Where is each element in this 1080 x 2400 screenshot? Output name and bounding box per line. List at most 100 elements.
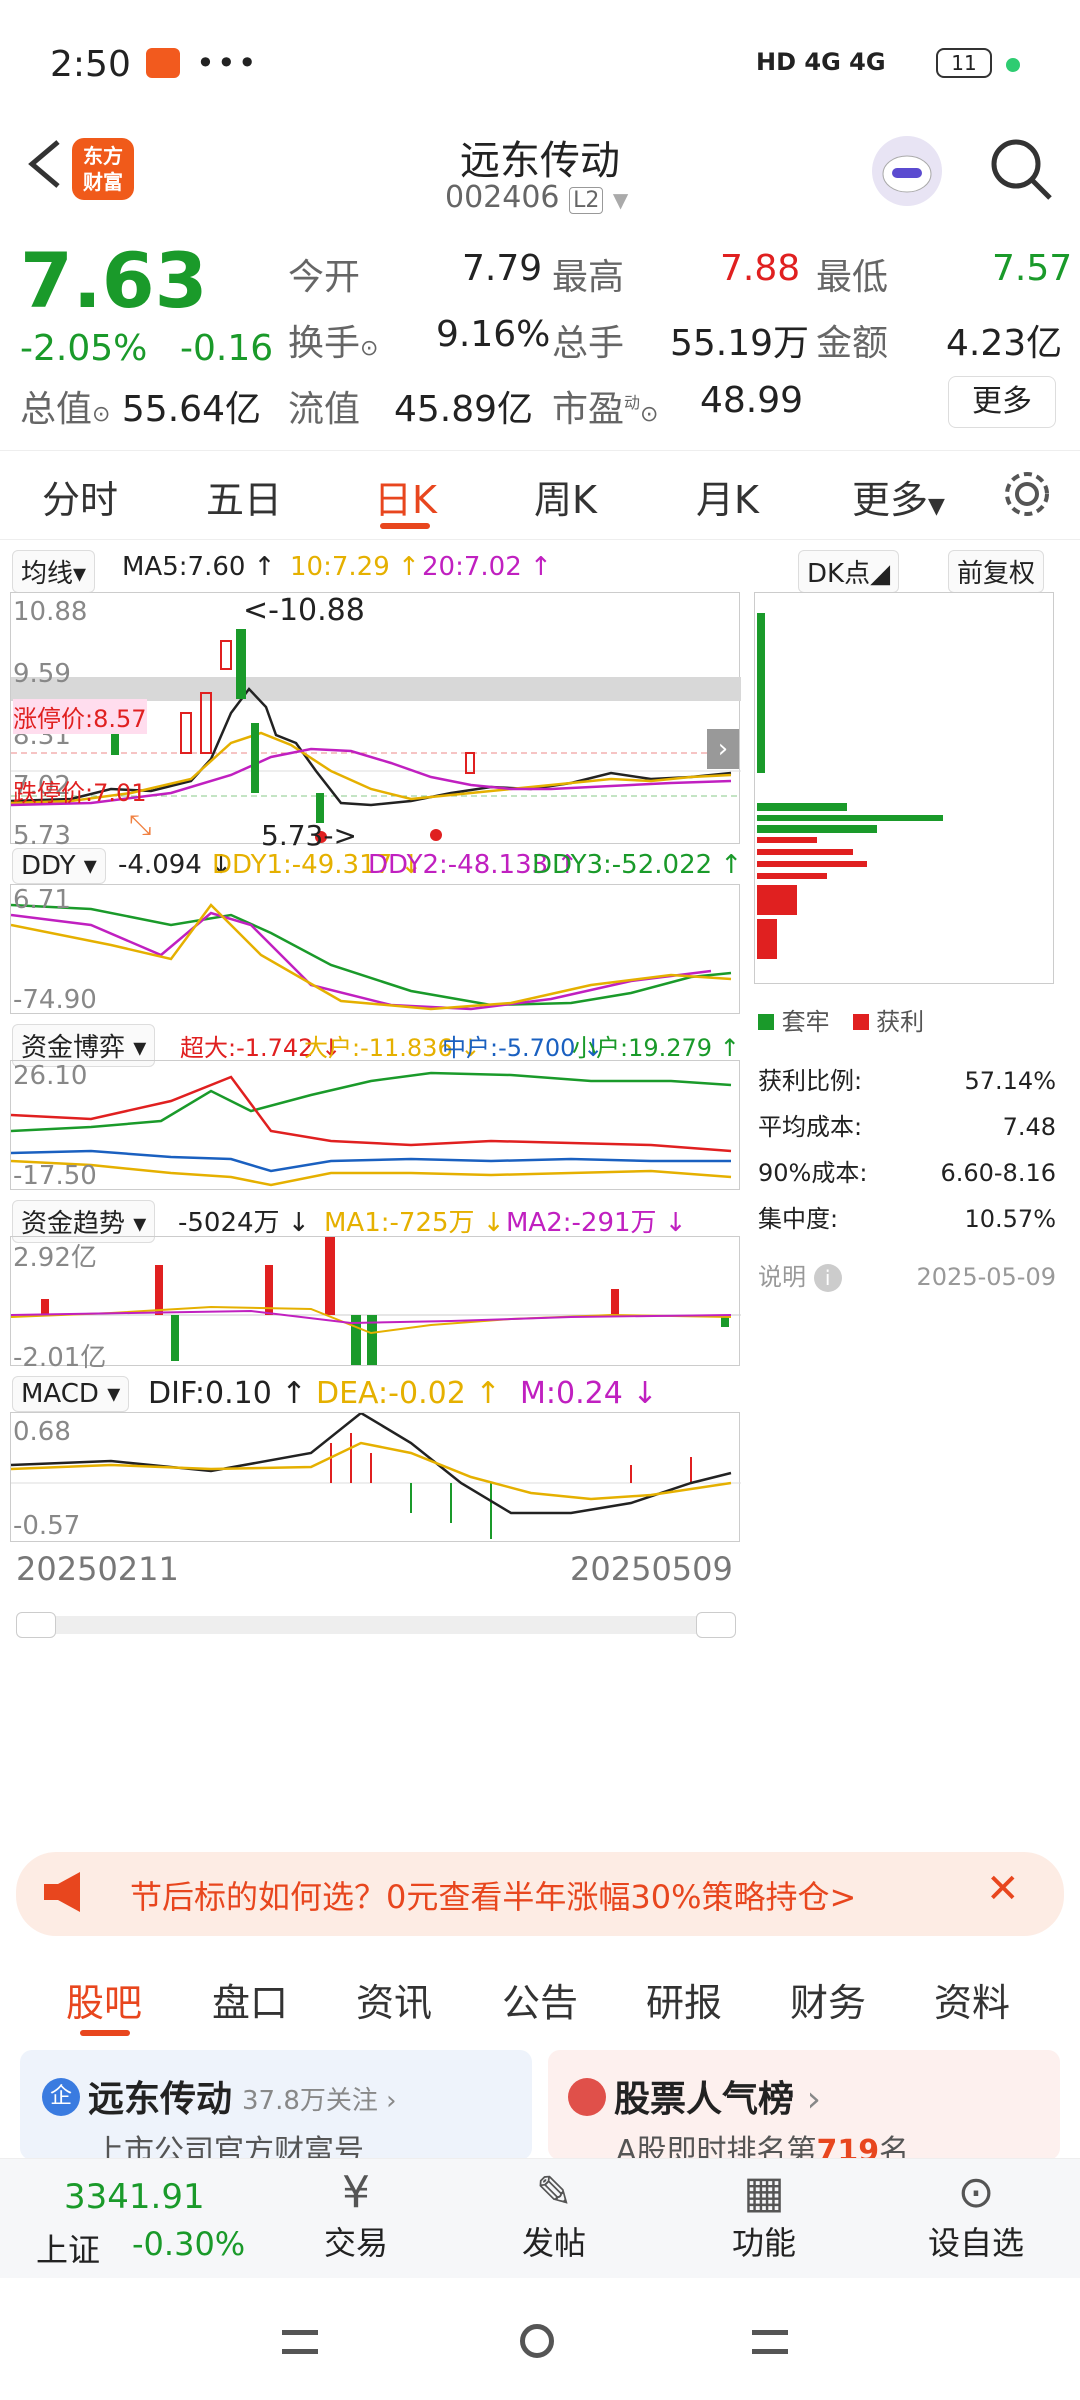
dk-point-selector[interactable]: DK点◢ [798, 550, 900, 593]
small-value: 小户:19.279 ↑ [572, 1034, 740, 1062]
amount-label: 金额 [816, 323, 889, 364]
chip-bars-svg [757, 613, 943, 959]
change-amount: -0.16 [180, 328, 274, 369]
nav-functions[interactable]: ▦ 功能 [714, 2167, 814, 2264]
nav-trade[interactable]: ¥ 交易 [306, 2167, 406, 2264]
fund-trend-ma1: MA1:-725万 ↓ [324, 1208, 505, 1238]
index-pct[interactable]: -0.30% [132, 2225, 245, 2263]
tab-orderbook[interactable]: 盘口 [212, 1972, 288, 2027]
stock-code[interactable]: 002406 L2 ▼ [445, 180, 628, 215]
amount-value: 4.23亿 [946, 323, 1063, 364]
range-handle-right[interactable] [696, 1612, 736, 1638]
tab-weekly-k[interactable]: 周K [534, 469, 597, 524]
edit-icon: ✎ [535, 2167, 573, 2218]
home-icon[interactable] [520, 2324, 554, 2358]
last-price: 7.63 [20, 236, 208, 325]
subtab-indicator [80, 2030, 130, 2036]
close-icon[interactable]: ✕ [986, 1866, 1020, 1912]
trend-y-top: 2.92亿 [13, 1243, 97, 1273]
more-button[interactable]: 更多 [948, 376, 1056, 428]
nav-post[interactable]: ✎ 发帖 [504, 2167, 604, 2264]
ddy-selector[interactable]: DDY ▾ [12, 848, 106, 884]
fund-game-chart[interactable]: 26.10 -17.50 [10, 1060, 740, 1191]
banner-text: 节后标的如何选？0元查看半年涨幅30%策略持仓> [130, 1878, 857, 1916]
status-time: 2:50 [50, 44, 131, 85]
app-notification-icon [146, 48, 180, 78]
tab-announcements[interactable]: 公告 [502, 1972, 578, 2027]
megaphone-icon [40, 1870, 90, 1914]
trend-y-bottom: -2.01亿 [13, 1343, 107, 1373]
tab-research[interactable]: 研报 [646, 1972, 722, 2027]
tab-guba[interactable]: 股吧 [66, 1972, 142, 2027]
macd-y-top: 0.68 [13, 1417, 71, 1447]
tab-more[interactable]: 更多▼ [852, 469, 945, 524]
settings-gear-icon[interactable] [1000, 467, 1054, 521]
float-value: 45.89亿 [394, 389, 534, 430]
promo-banner[interactable]: 节后标的如何选？0元查看半年涨幅30%策略持仓> ✕ [16, 1852, 1064, 1936]
ma5-value: MA5:7.60 ↑ [122, 552, 276, 582]
chart-area: 均线▾ MA5:7.60 ↑ 10:7.29 ↑ 20:7.02 ↑ DK点◢ … [0, 540, 1080, 1830]
chip-distribution [754, 592, 1054, 984]
macd-m: M:0.24 ↓ [520, 1376, 658, 1411]
kline-max-note: <-10.88 [243, 593, 365, 628]
ddy-chart[interactable]: 6.71 -74.90 [10, 884, 740, 1015]
network-indicator: HD 4G 4G [756, 48, 886, 76]
game-y-top: 26.10 [13, 1061, 88, 1091]
official-account-card[interactable]: 企 远东传动 37.8万关注 › 上市公司官方财富号 [20, 2050, 532, 2169]
tab-monthly-k[interactable]: 月K [696, 469, 759, 524]
nav-add-watchlist-label: 设自选 [927, 2224, 1024, 2262]
popularity-card[interactable]: 股票人气榜 › A股即时排名第719名 [548, 2050, 1060, 2169]
quote-panel: 7.63 -2.05% -0.16 总值⊙ 55.64亿 今开 7.79 最高 … [0, 230, 1080, 440]
official-account-title: 远东传动 [88, 2079, 233, 2120]
popularity-title: 股票人气榜 › [614, 2079, 821, 2120]
search-icon[interactable] [986, 134, 1056, 204]
mktcap-row: 总值⊙ 55.64亿 [20, 389, 261, 430]
macd-dif: DIF:0.10 ↑ [148, 1376, 307, 1411]
ma-selector[interactable]: 均线▾ [12, 550, 96, 593]
macd-chart[interactable]: 0.68 -0.57 [10, 1411, 741, 1542]
kline-y-top: 10.88 [13, 597, 88, 627]
range-handle-left[interactable] [16, 1612, 56, 1638]
pe-value: 48.99 [700, 380, 804, 421]
index-name[interactable]: 上证 [36, 2225, 100, 2271]
date-start-label: 20250211 [16, 1550, 179, 1588]
fund-trend-chart[interactable]: 2.92亿 -2.01亿 [10, 1236, 741, 1373]
back-gesture-icon[interactable] [752, 2330, 788, 2354]
menu-icon[interactable] [282, 2330, 318, 2354]
system-nav [0, 2280, 1080, 2400]
chip-note[interactable]: 说明 i 2025-05-09 [758, 1254, 1056, 1300]
macd-dea: DEA:-0.02 ↑ [316, 1376, 501, 1411]
adjust-selector[interactable]: 前复权 [948, 550, 1045, 593]
kline-y-2: 9.59 [13, 659, 71, 689]
content-tabs: 股吧 盘口 资讯 公告 研报 财务 资料 [0, 1950, 1080, 2050]
tab-daily-k[interactable]: 日K [374, 469, 437, 524]
volume-label: 总手 [552, 323, 625, 364]
open-label: 今开 [288, 257, 361, 298]
tab-5day[interactable]: 五日 [206, 469, 282, 524]
ma10-value: 10:7.29 ↑ [290, 552, 420, 582]
tab-finance[interactable]: 财务 [790, 1972, 866, 2027]
battery-icon: 11 [936, 48, 992, 78]
ma20-value: 20:7.02 ↑ [422, 552, 552, 582]
macd-svg [10, 1411, 741, 1539]
chevron-right-icon[interactable]: › [707, 729, 739, 769]
volume-value: 55.19万 [670, 323, 810, 364]
range-scrollbar[interactable] [16, 1612, 736, 1638]
tab-intraday[interactable]: 分时 [42, 469, 118, 524]
turnover-value: 9.16% [436, 314, 551, 355]
index-value[interactable]: 3341.91 [64, 2177, 205, 2217]
macd-selector[interactable]: MACD ▾ [12, 1376, 130, 1412]
limit-up-label: 涨停价:8.57 [13, 699, 147, 734]
fund-trend-svg [10, 1237, 741, 1365]
robot-assistant-icon[interactable] [872, 136, 942, 206]
tab-news[interactable]: 资讯 [356, 1972, 432, 2027]
chip-row: 集中度: 10.57% [758, 1205, 1056, 1233]
fund-trend-value: -5024万 ↓ [178, 1208, 310, 1238]
nav-add-watchlist[interactable]: ⊙ 设自选 [916, 2167, 1036, 2264]
chip-stats: 获利比例: 57.14% 平均成本: 7.48 90%成本: 6.60-8.16 集中… [758, 1058, 1056, 1300]
kline-chart[interactable]: 10.88 9.59 8.31 7.02 5.73 涨停价:8.57 跌停价:7… [10, 592, 741, 852]
yen-icon: ¥ [342, 2167, 370, 2218]
expand-arrows-icon[interactable]: ⤡ [129, 808, 189, 848]
pe-label: 市盈动⊙ [552, 389, 659, 430]
tab-profile[interactable]: 资料 [934, 1972, 1010, 2027]
